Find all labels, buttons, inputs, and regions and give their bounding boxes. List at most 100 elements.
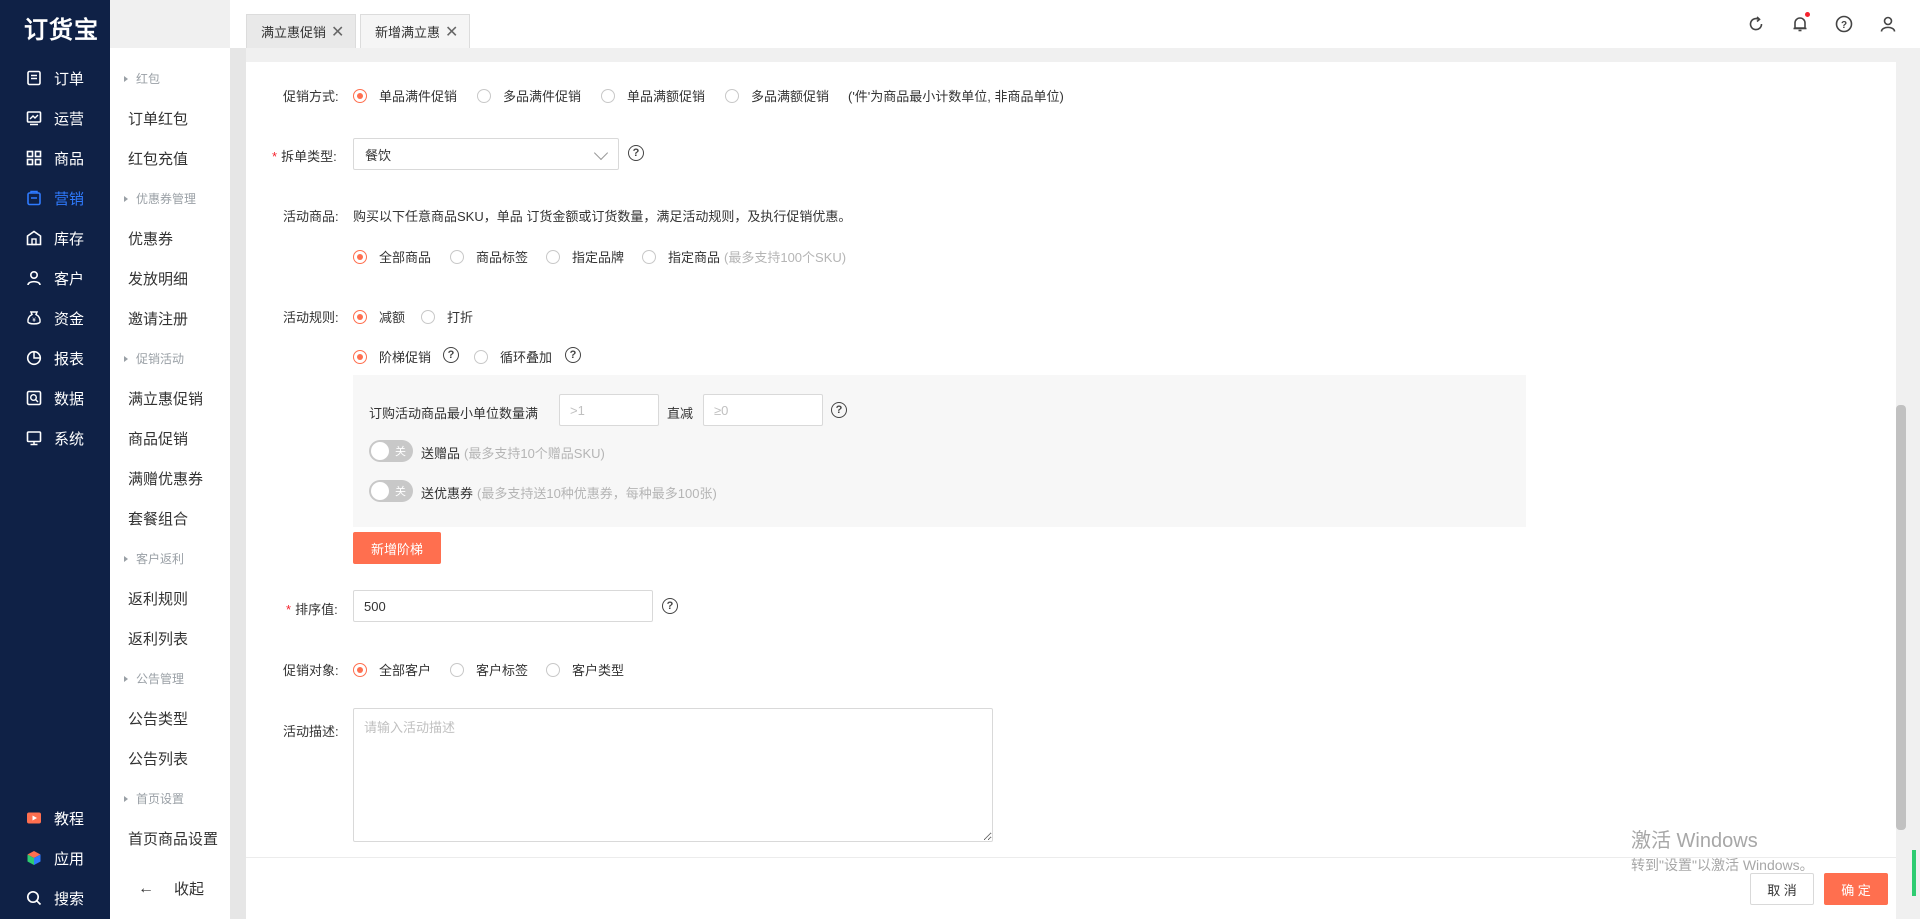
radio-multi-item-amount[interactable]: 多品满额促销 <box>725 86 829 105</box>
submenu-item-gift-coupon[interactable]: 满赠优惠券 <box>128 468 203 489</box>
toggle-knob <box>371 442 389 460</box>
submenu-group-title: 优惠券管理 <box>124 190 196 207</box>
radio-tiered-promo[interactable]: 阶梯促销 <box>353 347 431 366</box>
radio-label: 商品标签 <box>476 250 529 265</box>
description-textarea[interactable] <box>353 708 993 842</box>
arrow-left-icon: ← <box>138 879 154 897</box>
promo-method-label: 促销方式: <box>283 89 339 104</box>
nav-item-system[interactable]: 系统 <box>0 418 110 458</box>
nav-item-warehouse[interactable]: 库存 <box>0 218 110 258</box>
radio-customer-type[interactable]: 客户类型 <box>546 660 624 679</box>
nav-item-apps[interactable]: 应用 <box>0 838 110 878</box>
radio-loop-stack[interactable]: 循环叠加 <box>474 347 552 366</box>
submenu-group-title: 客户返利 <box>124 550 184 567</box>
split-type-label-text: 拆单类型: <box>281 149 337 164</box>
nav-item-customer[interactable]: 客户 <box>0 258 110 298</box>
report-icon <box>26 350 42 366</box>
question-icon[interactable]: ? <box>831 402 847 418</box>
cancel-button[interactable]: 取 消 <box>1750 873 1814 905</box>
tab-full-reduction-promo[interactable]: 满立惠促销 ✕ <box>246 14 356 48</box>
search-icon <box>26 890 42 906</box>
promo-target-label: 促销对象: <box>283 663 339 678</box>
submenu-item-invite-register[interactable]: 邀请注册 <box>128 308 188 329</box>
question-icon[interactable]: ? <box>628 145 644 161</box>
submenu-item-notice-type[interactable]: 公告类型 <box>128 708 188 729</box>
split-type-label: * 拆单类型: <box>272 146 337 165</box>
nav-item-marketing[interactable]: 营销 <box>0 178 110 218</box>
confirm-button[interactable]: 确 定 <box>1824 873 1888 905</box>
submenu-scrollbar[interactable] <box>230 48 246 919</box>
nav-item-product[interactable]: 商品 <box>0 138 110 178</box>
nav-item-tutorial[interactable]: 教程 <box>0 798 110 838</box>
submenu-item-issue-detail[interactable]: 发放明细 <box>128 268 188 289</box>
nav-item-order[interactable]: 订单 <box>0 58 110 98</box>
sort-value-label: * 排序值: <box>286 599 338 618</box>
nav-label: 客户 <box>54 270 85 288</box>
tab-label: 满立惠促销 <box>261 25 325 40</box>
radio-customer-tag[interactable]: 客户标签 <box>450 660 528 679</box>
radio-product-tag[interactable]: 商品标签 <box>450 247 528 266</box>
radio-label: 循环叠加 <box>500 350 553 365</box>
chevron-down-icon <box>593 145 609 161</box>
question-icon[interactable]: ? <box>662 598 678 614</box>
submenu-item-coupon[interactable]: 优惠券 <box>128 228 173 249</box>
customer-icon <box>26 270 42 286</box>
radio-circle <box>601 88 615 103</box>
app-logo[interactable]: 订货宝 <box>24 10 99 45</box>
radio-circle <box>450 662 464 677</box>
question-icon[interactable]: ? <box>443 347 459 363</box>
submenu-item-rebate-list[interactable]: 返利列表 <box>128 628 188 649</box>
radio-all-products[interactable]: 全部商品 <box>353 247 431 266</box>
nav-item-data[interactable]: 数据 <box>0 378 110 418</box>
tier-quantity-input[interactable] <box>559 394 659 426</box>
add-tier-button[interactable]: 新增阶梯 <box>353 532 441 564</box>
submenu-item-home-product-settings[interactable]: 首页商品设置 <box>128 828 218 849</box>
radio-label: 指定品牌 <box>572 250 625 265</box>
help-icon[interactable]: ? <box>1834 14 1854 34</box>
refresh-icon[interactable] <box>1746 14 1766 34</box>
radio-circle <box>546 249 560 264</box>
tier-reduce-label: 直减 <box>667 406 694 421</box>
submenu-item-product-promo[interactable]: 商品促销 <box>128 428 188 449</box>
gift-toggle[interactable]: 关 <box>369 440 413 462</box>
coupon-toggle[interactable]: 关 <box>369 480 413 502</box>
radio-label: 阶梯促销 <box>379 350 432 365</box>
nav-item-operation[interactable]: 运营 <box>0 98 110 138</box>
submenu-item-full-reduction-promo[interactable]: 满立惠促销 <box>128 388 203 409</box>
gift-label: 送赠品 <box>421 446 461 461</box>
nav-item-funds[interactable]: ¥ 资金 <box>0 298 110 338</box>
radio-circle <box>353 309 367 324</box>
sku-limit-hint: (最多支持100个SKU) <box>724 250 847 265</box>
tier-reduce-input[interactable] <box>703 394 823 426</box>
content-scrollbar[interactable] <box>1896 405 1906 830</box>
user-icon[interactable] <box>1878 14 1898 34</box>
tab-new-full-reduction[interactable]: 新增满立惠 ✕ <box>360 14 470 48</box>
nav-item-report[interactable]: 报表 <box>0 338 110 378</box>
radio-specified-product[interactable]: 指定商品 (最多支持100个SKU) <box>642 247 846 266</box>
submenu-item-bundle[interactable]: 套餐组合 <box>128 508 188 529</box>
submenu-item-order-redpacket[interactable]: 订单红包 <box>128 108 188 129</box>
radio-specified-brand[interactable]: 指定品牌 <box>546 247 624 266</box>
data-icon <box>26 390 42 406</box>
radio-multi-item-qty[interactable]: 多品满件促销 <box>477 86 581 105</box>
radio-reduce-amount[interactable]: 减额 <box>353 307 405 326</box>
radio-discount[interactable]: 打折 <box>421 307 473 326</box>
submenu-item-redpacket-recharge[interactable]: 红包充值 <box>128 148 188 169</box>
svg-text:?: ? <box>1841 20 1847 31</box>
nav-label: 系统 <box>54 430 85 448</box>
close-icon[interactable]: ✕ <box>445 22 458 42</box>
submenu-item-rebate-rules[interactable]: 返利规则 <box>128 588 188 609</box>
split-type-select[interactable]: 餐饮 <box>353 138 619 170</box>
question-icon[interactable]: ? <box>565 347 581 363</box>
radio-single-item-amount[interactable]: 单品满额促销 <box>601 86 705 105</box>
close-icon[interactable]: ✕ <box>331 22 344 42</box>
radio-all-customers[interactable]: 全部客户 <box>353 660 431 679</box>
submenu-item-notice-list[interactable]: 公告列表 <box>128 748 188 769</box>
bell-icon[interactable] <box>1790 12 1810 34</box>
nav-item-search[interactable]: 搜索 <box>0 878 110 918</box>
collapse-button[interactable]: ← 收起 <box>138 878 204 899</box>
activity-rules-label: 活动规则: <box>283 310 339 325</box>
sort-value-input[interactable] <box>353 590 653 622</box>
operation-icon <box>26 110 42 126</box>
radio-single-item-qty[interactable]: 单品满件促销 <box>353 86 457 105</box>
